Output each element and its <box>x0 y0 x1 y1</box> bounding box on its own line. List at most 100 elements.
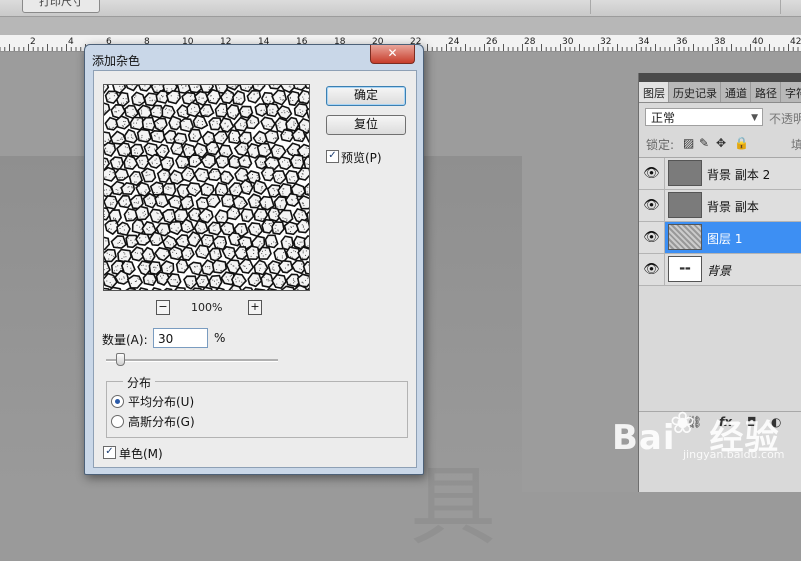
print-size-button[interactable]: 打印尺寸 <box>22 0 100 13</box>
layer-row[interactable]: 👁 背景 副本 <box>639 190 801 222</box>
noise-dot <box>155 100 156 101</box>
lock-transparency-icon[interactable]: ▨ <box>683 136 694 150</box>
noise-dot <box>303 99 304 100</box>
eye-icon[interactable]: 👁 <box>639 254 665 285</box>
preview-cell <box>208 169 221 180</box>
preview-image[interactable] <box>103 84 310 291</box>
ok-button[interactable]: 确定 <box>326 86 406 106</box>
layer-row[interactable]: 👁 ▬▬ 背景 <box>639 254 801 286</box>
noise-dot <box>141 139 142 140</box>
noise-dot <box>231 99 232 100</box>
noise-dot <box>209 203 210 204</box>
tab-channels[interactable]: 通道 <box>721 82 751 102</box>
noise-dot <box>116 189 117 190</box>
monochrome-checkbox[interactable]: ✓ <box>103 446 116 459</box>
noise-dot <box>146 123 147 124</box>
preview-cell <box>189 262 202 275</box>
noise-dot <box>245 148 246 149</box>
amount-input[interactable]: 30 <box>153 328 208 348</box>
eye-icon[interactable]: 👁 <box>639 158 665 189</box>
layer-row[interactable]: 👁 背景 副本 2 <box>639 158 801 190</box>
noise-dot <box>129 165 130 166</box>
preview-cell <box>174 288 186 290</box>
noise-dot <box>149 198 150 199</box>
noise-dot <box>185 224 186 225</box>
noise-dot <box>166 251 167 252</box>
preview-cell <box>148 155 162 168</box>
move-icon[interactable]: ✥ <box>716 136 726 150</box>
noise-dot <box>289 179 290 180</box>
noise-dot <box>261 187 262 188</box>
noise-dot <box>161 186 162 187</box>
tab-history[interactable]: 历史记录 <box>669 82 721 102</box>
noise-dot <box>144 215 145 216</box>
noise-dot <box>129 159 130 160</box>
noise-dot <box>170 139 171 140</box>
noise-dot <box>215 224 216 225</box>
brush-icon[interactable]: ✎ <box>699 136 709 150</box>
preview-checkbox[interactable]: ✓ <box>326 150 339 163</box>
noise-dot <box>160 276 161 277</box>
amount-slider-thumb[interactable] <box>116 353 125 366</box>
noise-dot <box>213 163 214 164</box>
ruler-label: 4 <box>68 37 74 47</box>
tab-character[interactable]: 字符 <box>781 82 801 102</box>
noise-dot <box>274 159 275 160</box>
noise-dot <box>194 87 195 88</box>
reset-button[interactable]: 复位 <box>326 115 406 135</box>
noise-dot <box>236 86 237 87</box>
lock-icon[interactable]: 🔒 <box>734 136 749 150</box>
noise-dot <box>113 172 114 173</box>
noise-dot <box>292 149 293 150</box>
noise-dot <box>237 250 238 251</box>
noise-dot <box>254 122 255 123</box>
noise-dot <box>137 253 138 254</box>
noise-dot <box>204 101 205 102</box>
preview-cell <box>196 275 209 287</box>
preview-cell <box>274 249 287 262</box>
noise-dot <box>236 187 237 188</box>
zoom-in-button[interactable]: + <box>248 300 262 315</box>
noise-dot <box>203 281 204 282</box>
noise-dot <box>104 141 105 142</box>
noise-dot <box>265 147 266 148</box>
uniform-radio[interactable] <box>111 395 124 408</box>
noise-dot <box>129 162 130 163</box>
noise-dot <box>269 163 270 164</box>
noise-dot <box>219 192 220 193</box>
noise-dot <box>189 250 190 251</box>
eye-icon[interactable]: 👁 <box>639 190 665 221</box>
noise-dot <box>161 204 162 205</box>
zoom-out-button[interactable]: − <box>156 300 170 315</box>
noise-dot <box>239 205 240 206</box>
layer-row-selected[interactable]: 👁 图层 1 <box>639 222 801 254</box>
tab-layers[interactable]: 图层 <box>639 82 669 102</box>
noise-dot <box>158 108 159 109</box>
amount-slider-track[interactable] <box>106 359 278 362</box>
noise-dot <box>287 162 288 163</box>
close-button[interactable]: ✕ <box>370 45 415 64</box>
noise-dot <box>258 233 259 234</box>
noise-dot <box>222 217 223 218</box>
noise-dot <box>126 204 127 205</box>
noise-dot <box>199 251 200 252</box>
noise-dot <box>241 282 242 283</box>
noise-dot <box>174 152 175 153</box>
noise-dot <box>113 218 114 219</box>
noise-dot <box>191 217 192 218</box>
noise-dot <box>297 87 298 88</box>
blend-mode-select[interactable]: 正常 ▼ <box>645 108 763 126</box>
noise-dot <box>137 225 138 226</box>
noise-dot <box>124 225 125 226</box>
preview-cell <box>158 169 171 182</box>
eye-icon[interactable]: 👁 <box>639 222 665 253</box>
noise-dot <box>290 231 291 232</box>
noise-dot <box>111 229 112 230</box>
noise-dot <box>273 85 274 86</box>
tab-paths[interactable]: 路径 <box>751 82 781 102</box>
gaussian-radio[interactable] <box>111 415 124 428</box>
noise-dot <box>186 126 187 127</box>
noise-dot <box>132 138 133 139</box>
noise-dot <box>177 200 178 201</box>
panel-grip[interactable] <box>639 73 801 82</box>
